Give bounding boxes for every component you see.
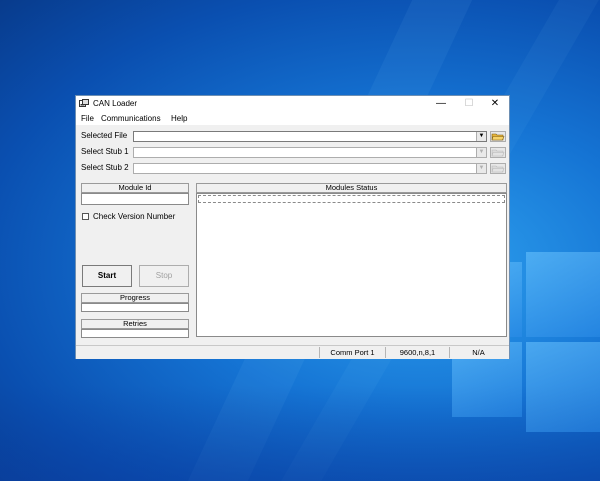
selected-file-combo[interactable]: ▼ (133, 131, 487, 142)
stub2-combo[interactable]: ▼ (133, 163, 487, 174)
menu-file[interactable]: File (81, 114, 94, 123)
check-version-checkbox[interactable] (82, 213, 89, 220)
select-stub2-label: Select Stub 2 (81, 163, 129, 172)
retries-field (81, 329, 189, 338)
chevron-down-icon[interactable]: ▼ (476, 148, 486, 157)
start-button[interactable]: Start (82, 265, 132, 287)
chevron-down-icon[interactable]: ▼ (476, 164, 486, 173)
browse-stub1-button[interactable] (490, 147, 506, 158)
window-title: CAN Loader (93, 99, 138, 108)
menu-bar: File Communications Help (76, 112, 509, 125)
stop-button[interactable]: Stop (139, 265, 189, 287)
menu-communications[interactable]: Communications (101, 114, 161, 123)
check-version-label[interactable]: Check Version Number (93, 212, 175, 221)
can-loader-icon (79, 99, 89, 107)
folder-open-icon (491, 133, 505, 141)
browse-stub2-button[interactable] (490, 163, 506, 174)
close-button[interactable]: ✕ (480, 96, 510, 112)
status-state: N/A (449, 347, 507, 358)
minimize-button[interactable]: — (426, 96, 456, 112)
selected-file-label: Selected File (81, 131, 128, 140)
status-settings: 9600,n,8,1 (385, 347, 449, 358)
status-bar: Comm Port 1 9600,n,8,1 N/A (76, 345, 509, 359)
select-stub1-label: Select Stub 1 (81, 147, 129, 156)
list-focus-row (198, 195, 505, 203)
retries-header: Retries (81, 319, 189, 329)
title-bar[interactable]: CAN Loader — ☐ ✕ (76, 96, 509, 112)
can-loader-window: CAN Loader — ☐ ✕ File Communications Hel… (75, 95, 510, 359)
folder-open-icon (491, 149, 505, 157)
progress-header: Progress (81, 293, 189, 303)
folder-open-icon (491, 165, 505, 173)
browse-file-button[interactable] (490, 131, 506, 142)
menu-help[interactable]: Help (171, 114, 187, 123)
modules-status-panel[interactable] (196, 193, 507, 337)
module-id-header: Module Id (81, 183, 189, 193)
progress-bar (81, 303, 189, 312)
chevron-down-icon[interactable]: ▼ (476, 132, 486, 141)
status-comm-port: Comm Port 1 (319, 347, 385, 358)
module-id-field[interactable] (81, 193, 189, 205)
modules-status-header: Modules Status (196, 183, 507, 193)
stub1-combo[interactable]: ▼ (133, 147, 487, 158)
